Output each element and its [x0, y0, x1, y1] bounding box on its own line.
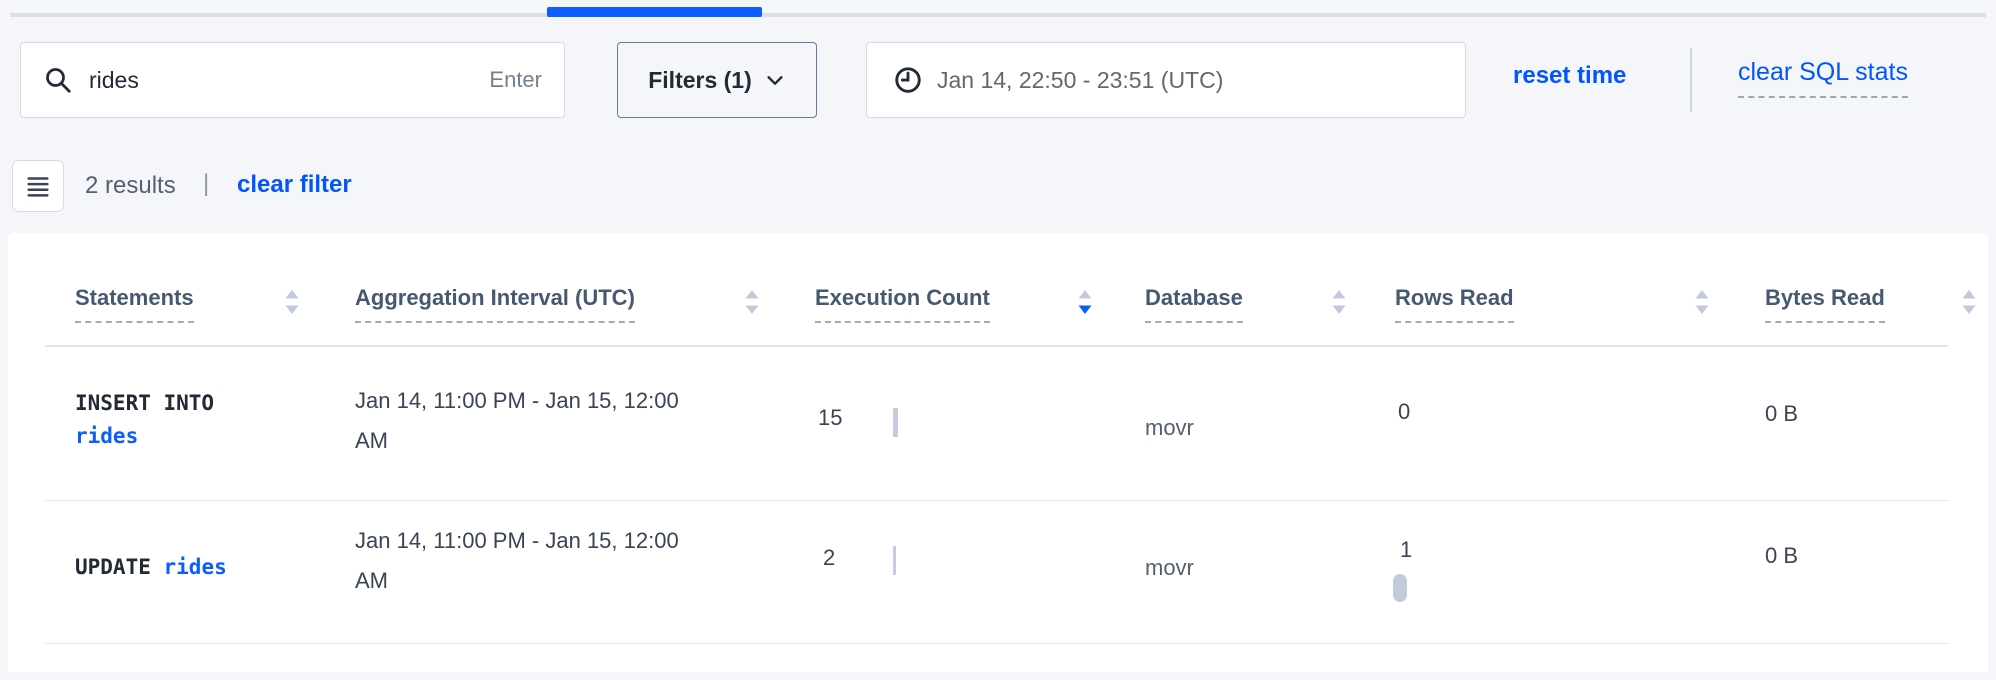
- database-cell: movr: [1145, 555, 1194, 581]
- column-header-label[interactable]: Database: [1145, 285, 1243, 323]
- sort-icon-database[interactable]: [1330, 288, 1348, 316]
- column-header-execution-count: Execution Count: [815, 285, 990, 323]
- column-header-database: Database: [1145, 285, 1243, 323]
- list-menu-icon: [23, 171, 53, 201]
- active-tab-indicator: [547, 7, 762, 17]
- sort-icon-execution-count-active-desc[interactable]: [1076, 288, 1094, 316]
- results-count: 2 results: [85, 172, 176, 200]
- search-input[interactable]: [89, 67, 489, 94]
- sort-icon-rows-read[interactable]: [1693, 288, 1711, 316]
- column-header-label[interactable]: Rows Read: [1395, 285, 1514, 323]
- column-header-label[interactable]: Aggregation Interval (UTC): [355, 285, 635, 323]
- column-header-statements: Statements: [75, 285, 194, 323]
- statement-text: UPDATE: [75, 555, 151, 579]
- statement-cell: UPDATE rides: [75, 555, 227, 579]
- column-header-rows-read: Rows Read: [1395, 285, 1514, 323]
- row-divider: [45, 643, 1948, 644]
- clear-filter-link[interactable]: clear filter: [237, 171, 352, 199]
- filters-dropdown-button[interactable]: Filters (1): [617, 42, 817, 118]
- toolbar-divider: [1690, 48, 1692, 112]
- sql-activity-page: Enter Filters (1) Jan 14, 22:50 - 23:51 …: [0, 0, 1996, 680]
- bytes-read-cell: 0 B: [1765, 401, 1798, 427]
- statement-text: INSERT INTO: [75, 391, 214, 415]
- sort-icon-statements[interactable]: [283, 288, 301, 316]
- database-cell: movr: [1145, 415, 1194, 441]
- tabbar-baseline: [10, 13, 1986, 17]
- clock-icon: [893, 65, 923, 95]
- sort-icon-bytes-read[interactable]: [1960, 288, 1978, 316]
- aggregation-interval-cell: Jan 14, 11:00 PM - Jan 15, 12:00 AM: [355, 381, 705, 461]
- rows-read-cell: 1: [1400, 537, 1412, 563]
- time-range-picker[interactable]: Jan 14, 22:50 - 23:51 (UTC): [866, 42, 1466, 118]
- execution-count-bar: [893, 546, 896, 575]
- search-enter-hint: Enter: [489, 67, 542, 93]
- execution-count-cell: 15: [818, 405, 842, 431]
- column-selector-button[interactable]: [12, 160, 64, 212]
- column-header-label[interactable]: Execution Count: [815, 285, 990, 323]
- statement-link[interactable]: rides: [164, 555, 227, 579]
- chevron-down-icon: [764, 69, 786, 91]
- bytes-read-cell: 0 B: [1765, 543, 1798, 569]
- execution-count-cell: 2: [823, 545, 835, 571]
- sort-icon-aggregation-interval[interactable]: [743, 288, 761, 316]
- reset-time-link[interactable]: reset time: [1513, 62, 1626, 90]
- column-header-bytes-read: Bytes Read: [1765, 285, 1885, 323]
- statements-table: Statements Aggregation Interval (UTC) Ex…: [8, 233, 1988, 672]
- clear-sql-stats-link[interactable]: clear SQL stats: [1738, 58, 1908, 98]
- rows-read-cell: 0: [1398, 399, 1410, 425]
- results-separator: |: [203, 170, 209, 198]
- row-divider: [45, 500, 1948, 501]
- column-header-label[interactable]: Bytes Read: [1765, 285, 1885, 323]
- column-header-label[interactable]: Statements: [75, 285, 194, 323]
- filters-label: Filters (1): [648, 67, 752, 94]
- search-box[interactable]: Enter: [20, 42, 565, 118]
- time-range-label: Jan 14, 22:50 - 23:51 (UTC): [937, 67, 1223, 94]
- rows-read-bar: [1393, 574, 1407, 602]
- statement-link[interactable]: rides: [75, 424, 138, 448]
- aggregation-interval-cell: Jan 14, 11:00 PM - Jan 15, 12:00 AM: [355, 521, 705, 601]
- statement-cell: INSERT INTO rides: [75, 391, 214, 457]
- table-header-divider: [45, 345, 1948, 347]
- execution-count-bar: [893, 408, 898, 437]
- search-icon: [43, 65, 73, 95]
- column-header-aggregation-interval: Aggregation Interval (UTC): [355, 285, 635, 323]
